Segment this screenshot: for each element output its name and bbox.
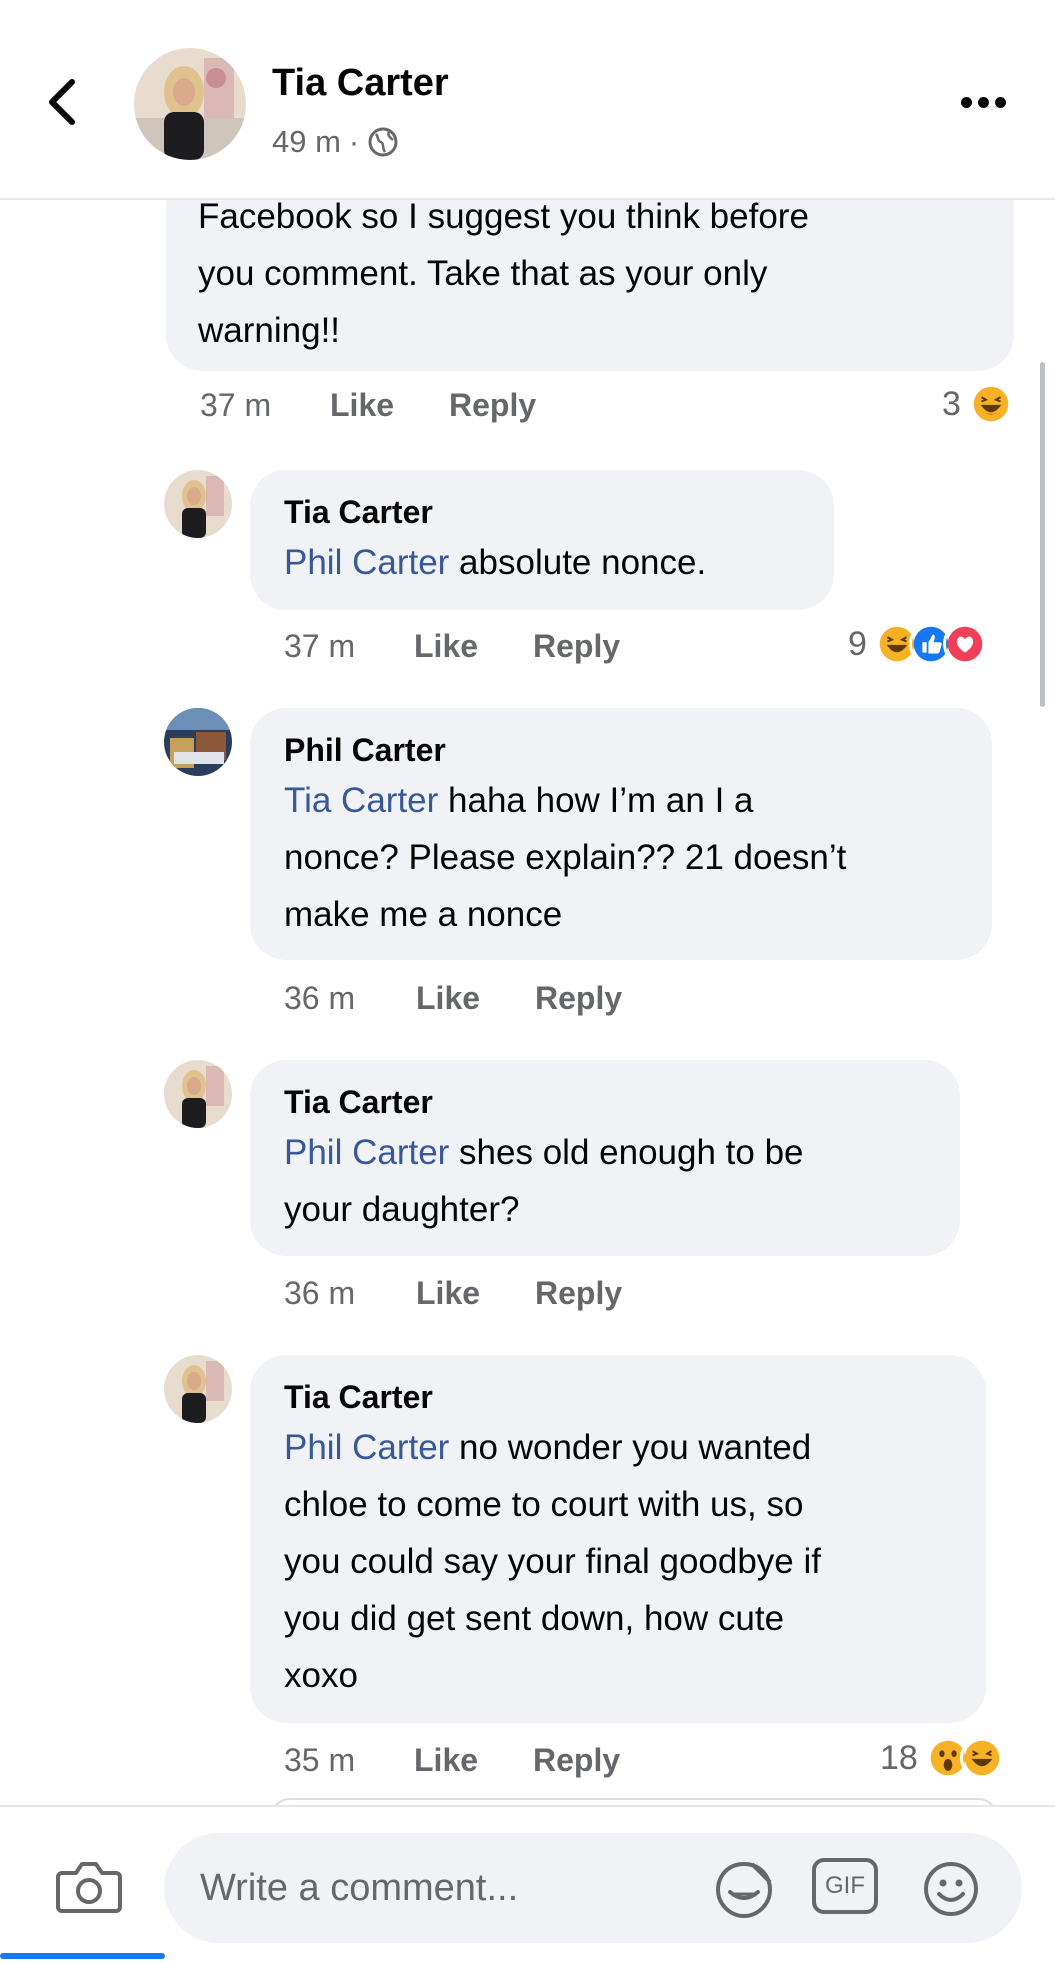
- sticker-icon[interactable]: [712, 1858, 776, 1922]
- comment-line: Facebook so I suggest you think before: [198, 200, 809, 236]
- haha-reaction-icon: [968, 382, 1013, 426]
- comment-author[interactable]: Tia Carter: [284, 494, 433, 531]
- reaction-summary[interactable]: 18: [880, 1736, 1004, 1780]
- camera-button[interactable]: [54, 1857, 124, 1917]
- comment-text: Tia Carter haha how I’m an I a nonce? Pl…: [284, 772, 984, 943]
- meta-separator: ·: [348, 124, 360, 159]
- like-button[interactable]: Like: [414, 628, 478, 665]
- dot: [978, 96, 989, 108]
- scrollbar[interactable]: [1040, 362, 1045, 707]
- dot: [961, 96, 972, 108]
- comment-author[interactable]: Tia Carter: [284, 1084, 433, 1121]
- next-item-edge: [270, 1798, 998, 1805]
- reply-button[interactable]: Reply: [449, 387, 536, 424]
- comment-body: no wonder you wanted: [449, 1428, 812, 1467]
- comment-composer: Write a comment... GIF: [0, 1805, 1055, 1963]
- comment-text: Phil Carter no wonder you wanted chloe t…: [284, 1419, 984, 1704]
- comments-feed: Facebook so I suggest you think before y…: [0, 200, 1055, 1805]
- comment-time: 36 m: [284, 1275, 356, 1311]
- comment-line: xoxo: [284, 1656, 358, 1695]
- comment-bubble[interactable]: Tia Carter Phil Carter no wonder you wan…: [250, 1355, 986, 1723]
- comment-time: 36 m: [284, 980, 356, 1016]
- comment-text: Phil Carter shes old enough to be your d…: [284, 1124, 954, 1238]
- chevron-left-icon: [49, 79, 75, 125]
- reply-button[interactable]: Reply: [535, 1275, 622, 1312]
- more-options-button[interactable]: [961, 92, 1011, 112]
- comment-time: 35 m: [284, 1742, 356, 1778]
- author-avatar[interactable]: [134, 48, 246, 160]
- comment-line: chloe to come to court with us, so: [284, 1485, 804, 1524]
- reaction-summary[interactable]: 9: [848, 622, 987, 666]
- comment-body: shes old enough to be: [449, 1133, 804, 1172]
- comment-bubble[interactable]: Phil Carter Tia Carter haha how I’m an I…: [250, 708, 992, 960]
- like-button[interactable]: Like: [330, 387, 394, 424]
- author-name[interactable]: Tia Carter: [272, 62, 449, 105]
- post-meta: 49 m ·: [272, 124, 399, 160]
- commenter-avatar[interactable]: [164, 708, 232, 776]
- haha-reaction-icon: [959, 1736, 1004, 1780]
- reaction-count: 18: [880, 1738, 918, 1777]
- tab-indicator: [0, 1953, 165, 1959]
- comment-body: absolute nonce.: [449, 543, 707, 582]
- comment-input[interactable]: Write a comment... GIF: [164, 1833, 1022, 1943]
- gif-button[interactable]: GIF: [812, 1858, 878, 1914]
- commenter-avatar[interactable]: [164, 1060, 232, 1128]
- comment-line: your daughter?: [284, 1190, 520, 1229]
- emoji-icon[interactable]: [922, 1860, 980, 1918]
- reply-button[interactable]: Reply: [533, 628, 620, 665]
- love-reaction-icon: [942, 622, 987, 666]
- like-button[interactable]: Like: [414, 1742, 478, 1779]
- comment-line: you did get sent down, how cute: [284, 1599, 785, 1638]
- mention-link[interactable]: Tia Carter: [284, 781, 438, 820]
- mention-link[interactable]: Phil Carter: [284, 543, 449, 582]
- comment-text: Facebook so I suggest you think before y…: [198, 200, 998, 359]
- comment-bubble[interactable]: Tia Carter Phil Carter absolute nonce.: [250, 470, 834, 610]
- reply-button[interactable]: Reply: [535, 980, 622, 1017]
- gif-label: GIF: [825, 1872, 865, 1899]
- comment-line: you could say your final goodbye if: [284, 1542, 821, 1581]
- comment-line: make me a nonce: [284, 895, 563, 934]
- comment-line: warning!!: [198, 311, 341, 350]
- comment-bubble[interactable]: Facebook so I suggest you think before y…: [166, 200, 1014, 371]
- comment-placeholder: Write a comment...: [200, 1867, 519, 1909]
- like-button[interactable]: Like: [416, 980, 480, 1017]
- comment-author[interactable]: Phil Carter: [284, 732, 446, 769]
- dot: [995, 96, 1006, 108]
- globe-icon: [368, 127, 398, 157]
- commenter-avatar[interactable]: [164, 1355, 232, 1423]
- reaction-count: 9: [848, 624, 867, 663]
- post-time: 49 m: [272, 124, 341, 159]
- comment-line: nonce? Please explain?? 21 doesn’t: [284, 838, 847, 877]
- mention-link[interactable]: Phil Carter: [284, 1428, 449, 1467]
- comment-time: 37 m: [200, 387, 272, 423]
- comment-author[interactable]: Tia Carter: [284, 1379, 433, 1416]
- commenter-avatar[interactable]: [164, 470, 232, 538]
- camera-icon: [56, 1862, 122, 1913]
- reaction-summary[interactable]: 3: [942, 382, 1013, 426]
- back-button[interactable]: [40, 72, 90, 132]
- comment-body: haha how I’m an I a: [438, 781, 754, 820]
- reaction-count: 3: [942, 384, 961, 423]
- comment-time: 37 m: [284, 628, 356, 664]
- like-button[interactable]: Like: [416, 1275, 480, 1312]
- mention-link[interactable]: Phil Carter: [284, 1133, 449, 1172]
- comment-bubble[interactable]: Tia Carter Phil Carter shes old enough t…: [250, 1060, 960, 1256]
- comment-line: you comment. Take that as your only: [198, 254, 768, 293]
- comment-text: Phil Carter absolute nonce.: [284, 534, 706, 591]
- reply-button[interactable]: Reply: [533, 1742, 620, 1779]
- post-header: Tia Carter 49 m ·: [0, 0, 1055, 200]
